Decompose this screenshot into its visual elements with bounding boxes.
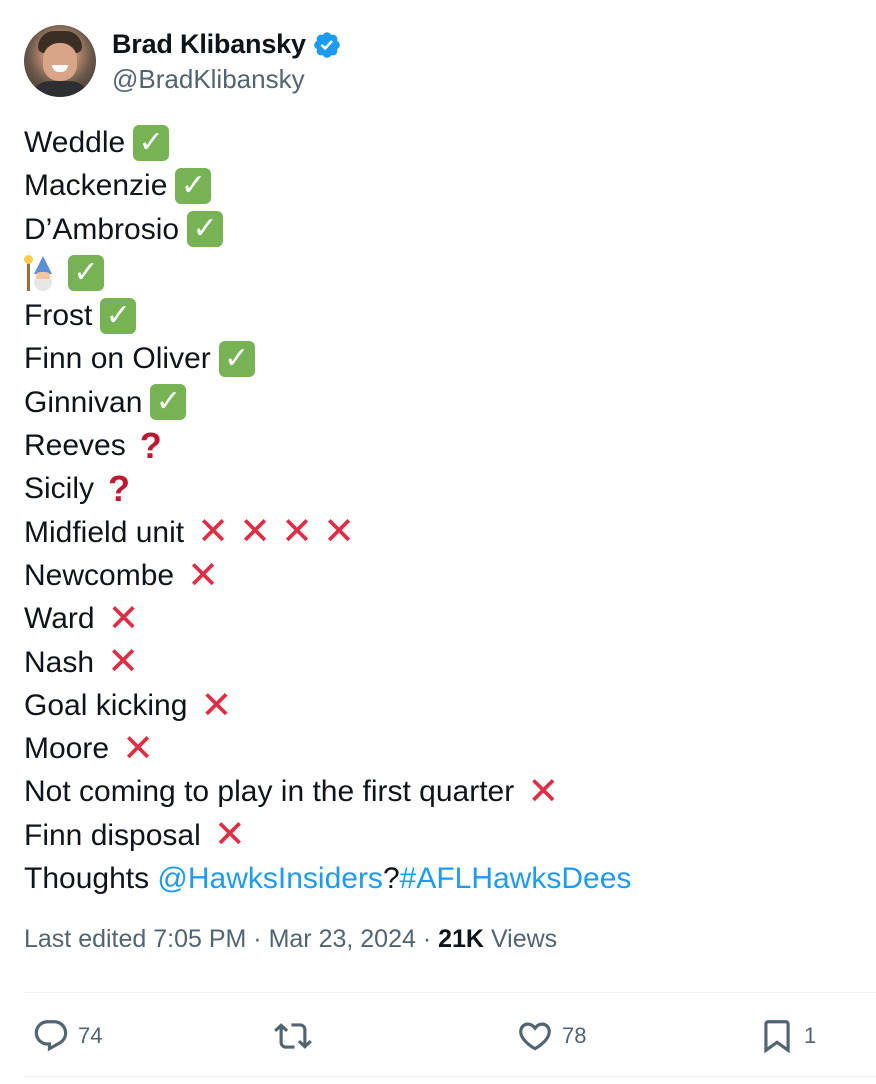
tweet-line: Finn disposal ✕ xyxy=(24,814,864,857)
cross-mark-icon: ✕ xyxy=(239,511,271,554)
cross-mark-icon: ✕ xyxy=(122,727,154,770)
tweet-line-text: Nash xyxy=(24,645,95,679)
action-bar: 74 78 1 xyxy=(24,1010,876,1062)
tweet-line-text: Finn disposal xyxy=(24,818,201,852)
cross-mark-icon: ✕ xyxy=(213,814,246,857)
cross-mark-icon: ✕ xyxy=(527,771,560,814)
tweet-line-text: Goal kicking xyxy=(24,688,188,722)
author-handle[interactable]: @BradKlibansky xyxy=(112,64,342,95)
reply-count: 74 xyxy=(78,1023,103,1048)
cross-mark-icon: ✕ xyxy=(107,597,140,640)
cross-mark-icon: ✕ xyxy=(187,554,219,597)
tweet-line: ✓ xyxy=(24,251,864,294)
tweet-line-text: Ginnivan xyxy=(24,385,143,419)
tweet-line-text: Sicily xyxy=(24,472,95,506)
verified-badge-icon xyxy=(312,30,342,60)
tweet-line-text: Weddle xyxy=(24,126,126,159)
tweet-line: D’Ambrosio ✓ xyxy=(24,208,864,251)
tweet-text: Weddle ✓ Mackenzie ✓ D’Ambrosio ✓ ✓ Frost ✓ Finn … xyxy=(24,121,864,900)
cross-mark-icon: ✕ xyxy=(281,511,313,554)
tweet-line: Finn on Oliver ✓ xyxy=(24,337,864,380)
cross-mark-icon: ✕ xyxy=(107,641,139,684)
heart-icon xyxy=(519,1022,551,1051)
tweet-line-text: Newcombe xyxy=(24,558,175,592)
repost-icon xyxy=(274,1023,312,1049)
cross-mark-icon: ✕ xyxy=(197,511,229,554)
tweet-line: Ward ✕ xyxy=(24,597,864,640)
author-info: Brad Klibansky @BradKlibansky xyxy=(112,28,342,95)
edited-timestamp[interactable]: Last edited 7:05 PM · Mar 23, 2024 · xyxy=(24,925,438,953)
check-mark-icon: ✓ xyxy=(218,341,255,378)
views-count: 21K xyxy=(438,925,484,953)
separator-text: ? xyxy=(382,862,400,896)
bookmark-icon xyxy=(764,1020,790,1054)
mage-emoji-icon xyxy=(24,254,60,291)
tweet-line-text: Thoughts xyxy=(24,862,158,896)
views-label: Views xyxy=(484,925,558,953)
tweet-line: Goal kicking ✕ xyxy=(24,684,864,727)
check-mark-icon: ✓ xyxy=(100,297,137,334)
tweet-line: Sicily? xyxy=(24,467,864,510)
tweet-line: Not coming to play in the first quarter ✕ xyxy=(24,770,864,813)
tweet-line: Nash ✕ xyxy=(24,641,864,684)
cross-mark-icon: ✕ xyxy=(200,684,233,727)
tweet-line-text: Mackenzie xyxy=(24,169,168,203)
tweet-line: Thoughts @HawksInsiders? #AFLHawksDees xyxy=(24,857,864,900)
avatar[interactable] xyxy=(24,25,96,97)
hashtag-link[interactable]: #AFLHawksDees xyxy=(400,857,632,900)
question-mark-icon: ? xyxy=(139,424,162,466)
check-mark-icon: ✓ xyxy=(175,167,212,204)
tweet-line-text: Finn on Oliver xyxy=(24,342,211,376)
cross-mark-icon: ✕ xyxy=(323,511,355,554)
divider xyxy=(24,992,876,993)
tweet-line: Weddle ✓ xyxy=(24,121,864,164)
tweet-meta: Last edited 7:05 PM · Mar 23, 2024 · 21K… xyxy=(24,925,557,954)
bottom-divider xyxy=(24,1076,876,1077)
tweet-line-text: Reeves xyxy=(24,429,126,463)
bookmark-button[interactable]: 1 xyxy=(758,1010,816,1062)
tweet-line-text: D’Ambrosio xyxy=(24,212,180,246)
reply-icon xyxy=(34,1020,68,1052)
tweet-line: Frost ✓ xyxy=(24,294,864,337)
tweet-line-text: Frost xyxy=(24,299,93,333)
tweet-line-text: Ward xyxy=(24,602,95,636)
tweet-line-text: Midfield unit xyxy=(24,515,185,549)
reply-button[interactable]: 74 xyxy=(32,1010,102,1062)
author-name[interactable]: Brad Klibansky xyxy=(112,29,306,60)
mention-link[interactable]: @HawksInsiders xyxy=(157,857,383,900)
tweet-line: Newcombe ✕ xyxy=(24,554,864,597)
check-mark-icon: ✓ xyxy=(187,211,224,248)
tweet-line: Ginnivan ✓ xyxy=(24,381,864,424)
like-button[interactable]: 78 xyxy=(516,1010,586,1062)
bookmark-count: 1 xyxy=(804,1023,817,1048)
tweet-line: Moore ✕ xyxy=(24,727,864,770)
tweet-line: Midfield unit ✕ ✕ ✕ ✕ xyxy=(24,511,864,554)
tweet-line: Reeves? xyxy=(24,424,864,467)
check-mark-icon: ✓ xyxy=(150,384,187,421)
check-mark-icon: ✓ xyxy=(68,254,104,291)
check-mark-icon: ✓ xyxy=(133,124,170,161)
tweet-line: Mackenzie ✓ xyxy=(24,164,864,207)
question-mark-icon: ? xyxy=(108,468,131,510)
repost-button[interactable] xyxy=(274,1010,312,1062)
tweet-line-text: Not coming to play in the first quarter xyxy=(24,775,515,809)
tweet-header: Brad Klibansky @BradKlibansky xyxy=(24,24,342,98)
tweet-line-text: Moore xyxy=(24,732,110,766)
like-count: 78 xyxy=(562,1023,587,1048)
